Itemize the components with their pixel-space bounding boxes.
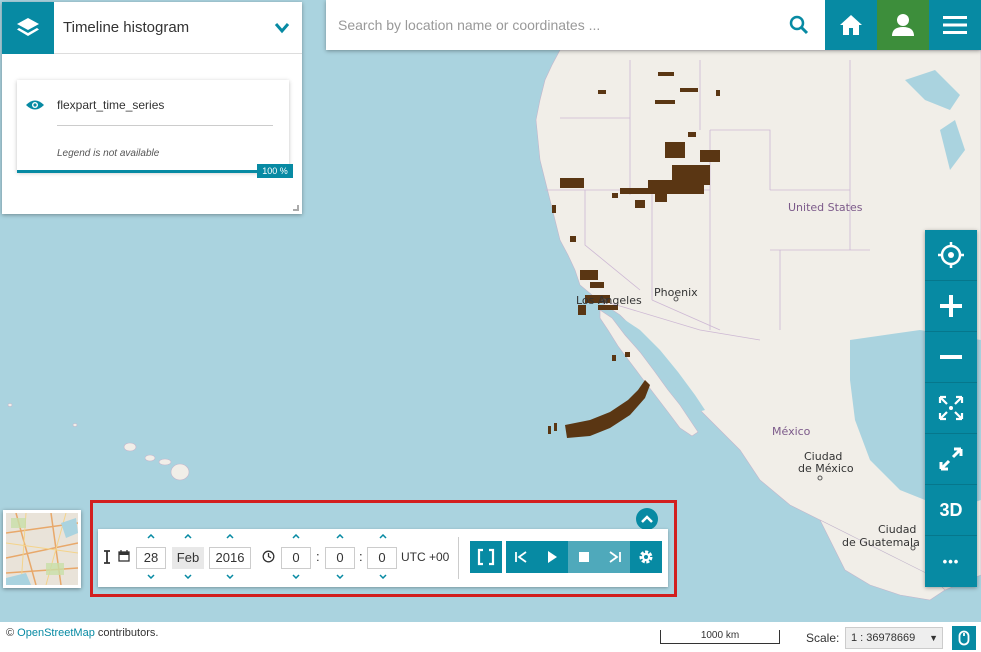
layers-panel-title: Timeline histogram [63, 19, 190, 36]
resize-handle[interactable] [293, 205, 299, 211]
map-footer: © OpenStreetMap contributors. 1000 km Sc… [0, 622, 981, 652]
hour-down-arrow[interactable] [291, 572, 301, 580]
label-united-states: United States [788, 201, 863, 214]
timezone-label: UTC +00 [401, 550, 450, 564]
month-down-arrow[interactable] [183, 572, 193, 580]
label-mexico: México [772, 425, 811, 438]
play-icon [548, 551, 557, 563]
second-up-arrow[interactable] [378, 532, 388, 540]
hour-field[interactable]: 0 [281, 547, 311, 569]
attribution-suffix: contributors. [94, 627, 159, 639]
layer-name: flexpart_time_series [57, 98, 165, 112]
minus-icon [940, 355, 962, 359]
copyright-symbol: © [6, 627, 18, 639]
layers-panel-header[interactable]: Timeline histogram [2, 1, 302, 54]
step-forward-icon [609, 551, 621, 563]
locate-button[interactable] [925, 230, 977, 281]
label-guatemala-line1: Ciudad [878, 523, 917, 536]
search-input[interactable] [326, 0, 773, 50]
second-down-arrow[interactable] [378, 572, 388, 580]
step-forward-button[interactable] [600, 541, 630, 573]
overview-map-image [6, 513, 78, 585]
zoom-to-extent-button[interactable] [925, 383, 977, 434]
opacity-value: 100 % [257, 164, 293, 178]
overview-map[interactable] [3, 510, 81, 588]
day-up-arrow[interactable] [146, 532, 156, 540]
timeline-collapse-button[interactable] [636, 508, 658, 530]
fullscreen-button[interactable] [925, 434, 977, 485]
eye-icon[interactable] [25, 98, 45, 117]
user-icon [892, 14, 914, 36]
play-button[interactable] [536, 541, 568, 573]
3d-button[interactable]: 3D [925, 485, 977, 536]
year-up-arrow[interactable] [225, 532, 235, 540]
layers-icon[interactable] [2, 1, 54, 54]
expand-arrows-icon [938, 395, 964, 421]
label-guatemala-line2: de Guatemala [842, 536, 920, 549]
hour-up-arrow[interactable] [291, 532, 301, 540]
plus-icon [940, 295, 962, 317]
menu-button[interactable] [929, 0, 981, 50]
step-backward-icon [515, 551, 527, 563]
minute-field[interactable]: 0 [325, 547, 355, 569]
stop-icon [579, 552, 589, 562]
search-button[interactable] [773, 0, 825, 50]
scale-bar: 1000 km [660, 630, 780, 644]
time-separator: : [359, 549, 363, 564]
divider [458, 537, 459, 579]
divider [57, 125, 273, 126]
layer-legend-text: Legend is not available [57, 148, 160, 159]
month-field[interactable]: Feb [172, 547, 204, 569]
label-cdmx-line2: de México [798, 462, 854, 475]
home-icon [840, 15, 862, 35]
osm-link[interactable]: OpenStreetMap [17, 627, 95, 639]
year-field[interactable]: 2016 [209, 547, 251, 569]
month-up-arrow[interactable] [183, 532, 193, 540]
scale-dropdown[interactable]: 1 : 36978669 ▼ [845, 627, 943, 649]
calendar-icon [118, 550, 130, 562]
minute-up-arrow[interactable] [335, 532, 345, 540]
mouse-icon [958, 630, 970, 646]
user-button[interactable] [877, 0, 929, 50]
scale-label: Scale: [806, 631, 840, 645]
home-button[interactable] [825, 0, 877, 50]
opacity-slider[interactable] [17, 170, 289, 173]
day-down-arrow[interactable] [146, 572, 156, 580]
gear-icon [639, 550, 653, 564]
range-toggle-button[interactable] [470, 541, 502, 573]
step-backward-button[interactable] [506, 541, 536, 573]
fullscreen-icon [939, 447, 963, 471]
more-button[interactable]: ••• [925, 536, 977, 587]
label-los-angeles: Los Angeles [576, 294, 642, 307]
search-bar [326, 0, 981, 50]
scale-bar-label: 1000 km [700, 630, 740, 641]
map-toolbar: 3D ••• [925, 230, 977, 587]
layers-panel: Timeline histogram flexpart_time_series … [2, 1, 302, 214]
second-field[interactable]: 0 [367, 547, 397, 569]
time-separator: : [316, 549, 320, 564]
zoom-in-button[interactable] [925, 281, 977, 332]
timeline-control: 28 Feb 2016 0 : 0 : 0 UTC +00 [98, 529, 668, 587]
day-field[interactable]: 28 [136, 547, 166, 569]
label-phoenix: Phoenix [654, 286, 698, 299]
hamburger-menu-icon [943, 16, 967, 34]
minute-down-arrow[interactable] [335, 572, 345, 580]
attribution: © OpenStreetMap contributors. [6, 627, 158, 639]
caret-down-icon: ▼ [929, 633, 938, 643]
clock-icon [262, 550, 275, 563]
chevron-up-icon [641, 515, 653, 523]
brackets-icon [477, 548, 495, 566]
range-cursor-icon[interactable] [103, 550, 111, 564]
year-down-arrow[interactable] [225, 572, 235, 580]
crosshair-icon [938, 242, 964, 268]
scale-value: 1 : 36978669 [851, 632, 916, 644]
mouse-position-button[interactable] [952, 626, 976, 650]
search-icon [789, 15, 809, 35]
layer-item[interactable]: flexpart_time_series Legend is not avail… [17, 80, 289, 173]
stop-button[interactable] [568, 541, 600, 573]
zoom-out-button[interactable] [925, 332, 977, 383]
chevron-down-icon[interactable] [262, 22, 302, 34]
timeline-settings-button[interactable] [630, 541, 662, 573]
